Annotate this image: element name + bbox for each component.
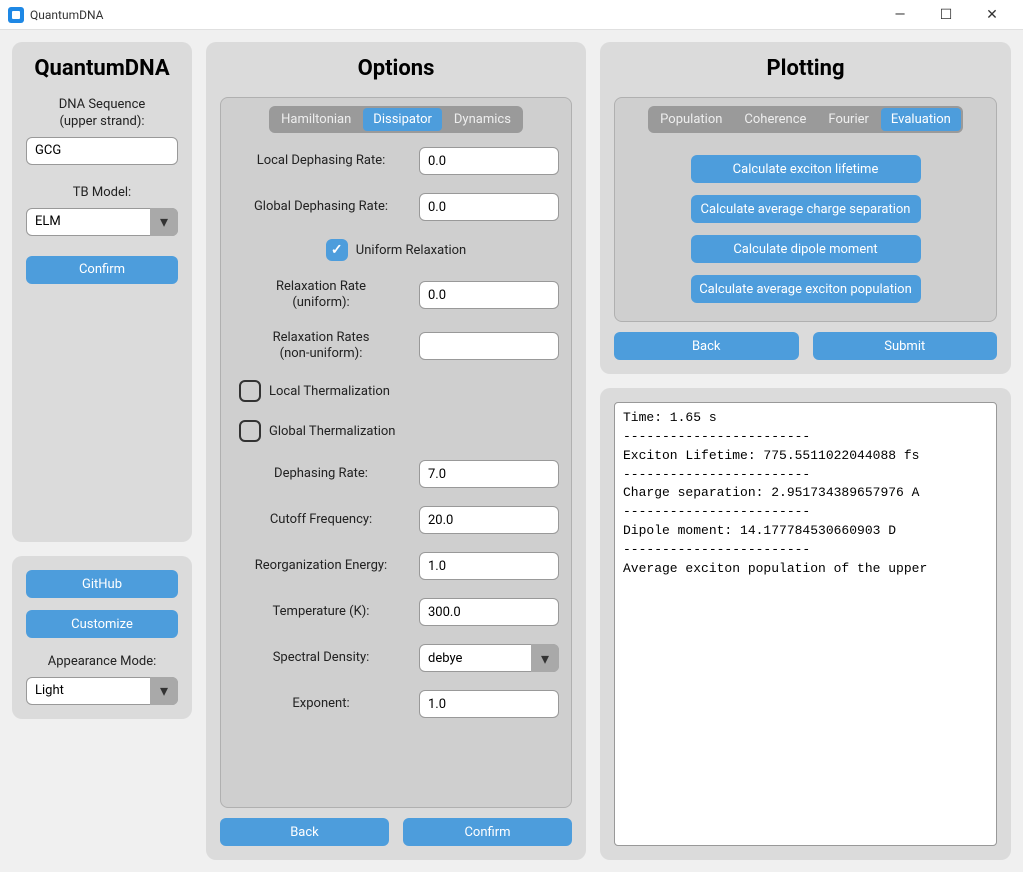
plotting-heading: Plotting [614, 56, 997, 81]
uniform-relaxation-label: Uniform Relaxation [356, 243, 466, 258]
window-maximize-button[interactable]: ☐ [923, 0, 969, 30]
options-back-button[interactable]: Back [220, 818, 389, 846]
dephasing-rate-label: Dephasing Rate: [233, 466, 409, 482]
tab-dynamics[interactable]: Dynamics [444, 108, 521, 131]
options-tabs: Hamiltonian Dissipator Dynamics [269, 106, 523, 133]
appearance-select[interactable] [26, 677, 178, 705]
calc-exciton-population-button[interactable]: Calculate average exciton population [691, 275, 921, 303]
sidebar-confirm-button[interactable]: Confirm [26, 256, 178, 284]
temperature-label: Temperature (K): [233, 604, 409, 620]
local-thermalization-label: Local Thermalization [269, 384, 390, 399]
dna-label: DNA Sequence (upper strand): [26, 97, 178, 131]
plotting-panel: Plotting Population Coherence Fourier Ev… [600, 42, 1011, 374]
plotting-inner-panel: Population Coherence Fourier Evaluation … [614, 97, 997, 322]
appearance-label: Appearance Mode: [26, 654, 178, 671]
relax-rates-nonuniform-input[interactable] [419, 332, 559, 360]
tb-model-label: TB Model: [26, 185, 178, 202]
sidebar-bottom-panel: GitHub Customize Appearance Mode: ▾ [12, 556, 192, 719]
options-confirm-button[interactable]: Confirm [403, 818, 572, 846]
global-dephasing-label: Global Dephasing Rate: [233, 199, 409, 215]
cutoff-freq-label: Cutoff Frequency: [233, 512, 409, 528]
local-dephasing-input[interactable] [419, 147, 559, 175]
options-heading: Options [220, 56, 572, 81]
calc-exciton-lifetime-button[interactable]: Calculate exciton lifetime [691, 155, 921, 183]
exponent-label: Exponent: [233, 696, 409, 712]
spectral-density-label: Spectral Density: [233, 650, 409, 666]
plotting-back-button[interactable]: Back [614, 332, 799, 360]
relax-rate-uniform-input[interactable] [419, 281, 559, 309]
tab-evaluation[interactable]: Evaluation [881, 108, 961, 131]
cutoff-freq-input[interactable] [419, 506, 559, 534]
dephasing-rate-input[interactable] [419, 460, 559, 488]
tab-population[interactable]: Population [650, 108, 732, 131]
local-thermalization-checkbox[interactable] [239, 380, 261, 402]
plotting-submit-button[interactable]: Submit [813, 332, 998, 360]
customize-button[interactable]: Customize [26, 610, 178, 638]
relax-rate-uniform-label: Relaxation Rate (uniform): [233, 279, 409, 312]
global-dephasing-input[interactable] [419, 193, 559, 221]
tb-model-select[interactable] [26, 208, 178, 236]
uniform-relaxation-checkbox[interactable] [326, 239, 348, 261]
dna-input[interactable] [26, 137, 178, 165]
relax-rates-nonuniform-label: Relaxation Rates (non-uniform): [233, 330, 409, 363]
github-button[interactable]: GitHub [26, 570, 178, 598]
reorg-energy-input[interactable] [419, 552, 559, 580]
global-thermalization-checkbox[interactable] [239, 420, 261, 442]
tab-hamiltonian[interactable]: Hamiltonian [271, 108, 361, 131]
output-panel: Time: 1.65 s ------------------------ Ex… [600, 388, 1011, 860]
window-title: QuantumDNA [30, 8, 103, 22]
tab-fourier[interactable]: Fourier [818, 108, 879, 131]
app-icon [8, 7, 24, 23]
temperature-input[interactable] [419, 598, 559, 626]
spectral-density-select[interactable] [419, 644, 559, 672]
plotting-tabs: Population Coherence Fourier Evaluation [648, 106, 963, 133]
global-thermalization-label: Global Thermalization [269, 424, 395, 439]
output-textarea[interactable]: Time: 1.65 s ------------------------ Ex… [614, 402, 997, 846]
local-dephasing-label: Local Dephasing Rate: [233, 153, 409, 169]
calc-dipole-moment-button[interactable]: Calculate dipole moment [691, 235, 921, 263]
window-close-button[interactable]: ✕ [969, 0, 1015, 30]
options-inner-panel: Hamiltonian Dissipator Dynamics Local De… [220, 97, 572, 808]
exponent-input[interactable] [419, 690, 559, 718]
window-minimize-button[interactable]: — [877, 0, 923, 30]
window-titlebar: QuantumDNA — ☐ ✕ [0, 0, 1023, 30]
sidebar-heading: QuantumDNA [26, 56, 178, 81]
options-panel: Options Hamiltonian Dissipator Dynamics … [206, 42, 586, 860]
calc-charge-separation-button[interactable]: Calculate average charge separation [691, 195, 921, 223]
tab-dissipator[interactable]: Dissipator [363, 108, 442, 131]
tab-coherence[interactable]: Coherence [734, 108, 816, 131]
sidebar-panel: QuantumDNA DNA Sequence (upper strand): … [12, 42, 192, 542]
reorg-energy-label: Reorganization Energy: [233, 558, 409, 574]
